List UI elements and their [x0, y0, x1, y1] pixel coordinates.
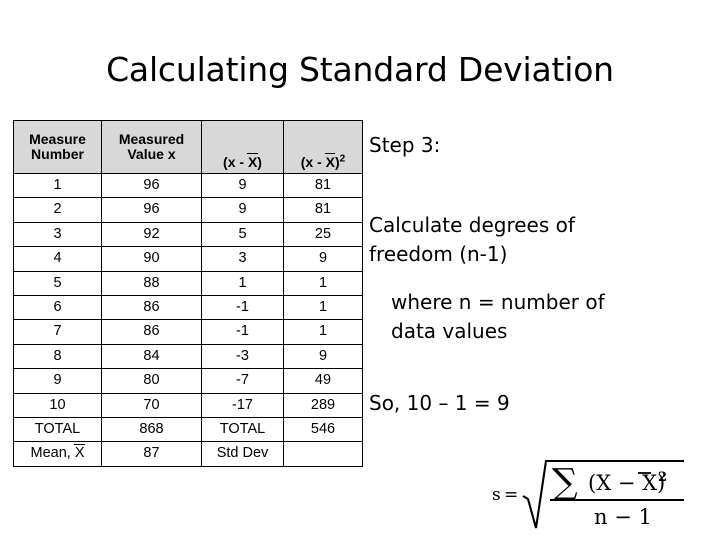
instruction-line-3: where n = number of — [391, 290, 605, 314]
cell-measure-number: 2 — [13, 197, 102, 223]
cell-deviation: -7 — [201, 368, 284, 394]
cell-measured-value: 90 — [101, 246, 202, 272]
table-row-total: TOTAL 868 TOTAL 546 — [13, 416, 363, 443]
cell-deviation: 9 — [201, 197, 284, 223]
header-text-line2: Value x — [127, 146, 176, 162]
cell-total-label-2: TOTAL — [201, 416, 284, 443]
cell-measured-value: 86 — [101, 319, 202, 345]
cell-deviation-squared: 1 — [283, 319, 363, 345]
cell-measure-number: 8 — [13, 343, 102, 370]
table-row: 10 70 -17 289 — [13, 392, 363, 418]
column-header-measure-number: Measure Number — [13, 120, 102, 174]
table-row-mean: Mean, X 87 Std Dev — [13, 441, 363, 467]
cell-mean-value: 87 — [101, 441, 202, 467]
table-row: 2 96 9 81 — [13, 197, 363, 223]
cell-total-deviation-squared: 546 — [283, 416, 363, 443]
page-title: Calculating Standard Deviation — [106, 50, 614, 89]
cell-measured-value: 96 — [101, 197, 202, 223]
table-header-row: Measure Number Measured Value x (x - X) … — [13, 120, 363, 174]
formula-denominator: n − 1 — [594, 505, 652, 529]
standard-deviation-table: Measure Number Measured Value x (x - X) … — [13, 120, 363, 467]
header-text-line2: Number — [31, 146, 84, 162]
cell-measured-value: 88 — [101, 270, 202, 296]
header-text-line1: Measure — [29, 131, 86, 148]
cell-deviation: 3 — [201, 246, 284, 272]
cell-total-label: TOTAL — [13, 416, 102, 443]
column-header-measured-value: Measured Value x — [101, 120, 202, 174]
cell-measure-number: 6 — [13, 294, 102, 321]
cell-std-dev-label: Std Dev — [201, 441, 284, 467]
deviation-symbol: (x - X) — [223, 152, 262, 171]
mean-symbol: X — [74, 443, 85, 462]
cell-deviation: -3 — [201, 343, 284, 370]
cell-deviation: -1 — [201, 294, 284, 321]
cell-measure-number: 5 — [13, 270, 102, 296]
cell-mean-label: Mean, X — [13, 441, 102, 467]
table-row: 3 92 5 25 — [13, 221, 363, 248]
formula-svg: s = ∑ (X − X) 2 n − 1 — [492, 459, 684, 529]
cell-deviation: -1 — [201, 319, 284, 345]
deviation-squared-symbol: (x - X)2 — [300, 152, 346, 171]
cell-deviation-squared: 49 — [283, 368, 363, 394]
cell-measure-number: 10 — [13, 392, 102, 418]
standard-deviation-formula-image: s = ∑ (X − X) 2 n − 1 — [470, 452, 710, 534]
table-row: 8 84 -3 9 — [13, 343, 363, 370]
cell-deviation-squared: 1 — [283, 270, 363, 296]
cell-deviation: -17 — [201, 392, 284, 418]
cell-deviation-squared: 81 — [283, 197, 363, 223]
formula-lhs: s — [492, 485, 501, 505]
cell-deviation: 9 — [201, 172, 284, 199]
table-row: 7 86 -1 1 — [13, 319, 363, 345]
table-row: 1 96 9 81 — [13, 172, 363, 199]
column-header-deviation: (x - X) — [201, 120, 284, 174]
table-row: 9 80 -7 49 — [13, 368, 363, 394]
cell-std-dev-value — [283, 441, 363, 467]
cell-measured-value: 80 — [101, 368, 202, 394]
result-text: So, 10 – 1 = 9 — [369, 391, 510, 415]
table-row: 5 88 1 1 — [13, 270, 363, 296]
table-header: Measure Number Measured Value x (x - X) … — [13, 120, 363, 174]
cell-measured-value: 96 — [101, 172, 202, 199]
header-text-line1: Measured — [118, 131, 185, 148]
cell-deviation-squared: 25 — [283, 221, 363, 248]
table-row: 6 86 -1 1 — [13, 294, 363, 321]
cell-deviation-squared: 1 — [283, 294, 363, 321]
cell-measure-number: 3 — [13, 221, 102, 248]
cell-deviation-squared: 289 — [283, 392, 363, 418]
cell-deviation-squared: 81 — [283, 172, 363, 199]
cell-measured-value: 92 — [101, 221, 202, 248]
cell-measured-value: 70 — [101, 392, 202, 418]
cell-measure-number: 9 — [13, 368, 102, 394]
instruction-line-1: Calculate degrees of — [369, 213, 575, 237]
cell-deviation: 5 — [201, 221, 284, 248]
cell-measured-value: 86 — [101, 294, 202, 321]
formula-numerator-exponent: 2 — [658, 470, 667, 485]
cell-measure-number: 4 — [13, 246, 102, 272]
cell-measure-number: 1 — [13, 172, 102, 199]
summation-symbol: ∑ — [552, 462, 578, 503]
cell-deviation-squared: 9 — [283, 246, 363, 272]
cell-measured-value: 84 — [101, 343, 202, 370]
column-header-deviation-squared: (x - X)2 — [283, 120, 363, 174]
instruction-line-2: freedom (n-1) — [369, 242, 508, 266]
step-label: Step 3: — [369, 133, 441, 157]
cell-total-measured-value: 868 — [101, 416, 202, 443]
table-body: 1 96 9 81 2 96 9 81 3 92 5 25 4 90 3 9 5… — [13, 172, 363, 467]
instruction-line-4: data values — [391, 319, 508, 343]
cell-measure-number: 7 — [13, 319, 102, 345]
cell-deviation: 1 — [201, 270, 284, 296]
formula-numerator: (X − X) — [588, 471, 665, 495]
cell-deviation-squared: 9 — [283, 343, 363, 370]
table-row: 4 90 3 9 — [13, 246, 363, 272]
formula-equals: = — [504, 485, 518, 505]
mean-label-text: Mean, — [30, 445, 71, 462]
